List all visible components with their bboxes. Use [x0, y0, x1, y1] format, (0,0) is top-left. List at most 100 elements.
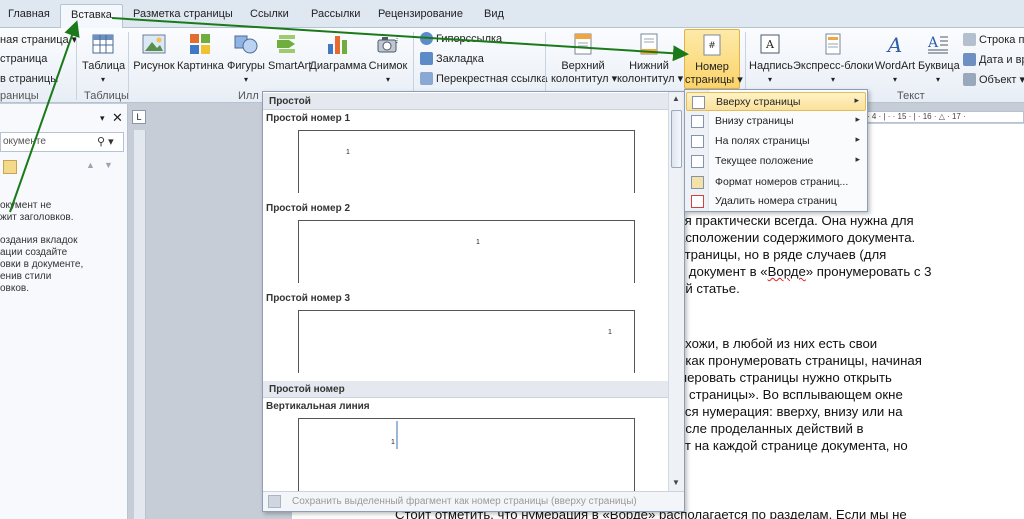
cross-reference-button[interactable]: Перекрестная ссылка [420, 72, 548, 85]
gallery-item-plain-number-2[interactable]: 1 [298, 220, 635, 283]
dropdown-arrow: ▾ [767, 75, 772, 84]
tab-review[interactable]: Рецензирование [378, 8, 463, 20]
shapes-icon [234, 35, 258, 54]
shapes-label: Фигуры [227, 60, 265, 72]
page-number-icon: # [703, 34, 721, 56]
page-break-button[interactable]: в страницы [0, 73, 58, 85]
nav-up-arrow-icon[interactable]: ▲ [86, 160, 95, 170]
doc-text-line: осле проделанных действий в [678, 421, 864, 436]
format-page-numbers-icon [691, 176, 704, 189]
picture-button[interactable]: Рисунок [133, 32, 175, 73]
submenu-arrow-icon: ▸ [855, 134, 860, 144]
submenu-arrow-icon: ▸ [855, 154, 860, 164]
page-number-gallery: Простой Простой номер 1 1 Простой номер … [262, 91, 685, 512]
table-button-label: Таблица [82, 60, 126, 72]
hyperlink-label: Гиперссылка [436, 32, 503, 45]
gallery-item-vertical-line[interactable]: 1 [298, 418, 635, 492]
quick-parts-button[interactable]: Экспресс-блоки ▾ [793, 32, 874, 86]
tab-insert[interactable]: Вставка [60, 4, 123, 29]
gallery-item-title: Вертикальная линия [266, 401, 370, 412]
menu-item-page-margins[interactable]: На полях страницы ▸ [686, 132, 866, 151]
gallery-category-header: Простой номер [263, 381, 668, 398]
scroll-up-arrow-icon[interactable]: ▲ [672, 94, 680, 103]
tab-references[interactable]: Ссылки [250, 8, 289, 20]
menu-item-remove-page-numbers[interactable]: Удалить номера страниц [686, 192, 866, 211]
doc-text-span: я документ в «Ворде» пронумеровать с 3 [678, 264, 932, 279]
nav-down-arrow-icon[interactable]: ▼ [104, 160, 113, 170]
chart-button[interactable]: Диаграмма [309, 32, 367, 73]
textbox-button[interactable]: A Надпись ▾ [749, 32, 793, 86]
top-of-page-icon [692, 96, 705, 109]
tab-home[interactable]: Главная [8, 8, 50, 20]
menu-item-current-position[interactable]: Текущее положение ▸ [686, 152, 866, 171]
picture-icon [142, 34, 166, 54]
search-input[interactable]: окументе ⚲ ▾ [0, 132, 124, 152]
save-selection-as-page-number[interactable]: Сохранить выделенный фрагмент как номер … [292, 496, 637, 507]
header-label-2: колонтитул ▾ [551, 73, 618, 85]
date-time-label: Дата и вр [979, 53, 1024, 66]
gallery-item-plain-number-3[interactable]: 1 [298, 310, 635, 373]
menu-item-bottom-of-page[interactable]: Внизу страницы ▸ [686, 112, 866, 131]
doc-text-line: охожи, в любой из них есть свои [678, 336, 878, 351]
page-number-preview: 1 [346, 149, 350, 156]
cover-page-button[interactable]: ная страница ▾ [0, 33, 77, 46]
table-button[interactable]: Таблица ▾ [82, 32, 126, 86]
gallery-scrollbar[interactable]: ▲ ▼ [668, 92, 684, 492]
signature-line-button[interactable]: Строка п [963, 33, 1024, 46]
blank-page-button[interactable]: страница [0, 53, 47, 65]
hyperlink-icon [420, 32, 433, 45]
wordart-icon: A [886, 33, 902, 56]
dropdown-arrow[interactable]: ▾ [100, 113, 105, 124]
close-icon[interactable]: ✕ [112, 110, 123, 126]
object-icon [963, 73, 976, 86]
hyperlink-button[interactable]: Гиперссылка [420, 32, 502, 45]
object-button[interactable]: Объект ▾ [963, 73, 1024, 86]
page-number-button[interactable]: # Номер страницы ▾ [684, 29, 743, 89]
signature-icon [963, 33, 976, 46]
menu-item-label: Формат номеров страниц... [715, 176, 849, 188]
menu-item-top-of-page[interactable]: Вверху страницы ▸ [686, 92, 866, 111]
tab-mailings[interactable]: Рассылки [311, 8, 360, 20]
submenu-arrow-icon: ▸ [855, 114, 860, 124]
page-number-menu: Вверху страницы ▸ Внизу страницы ▸ На по… [684, 89, 868, 212]
smartart-button[interactable]: SmartArt [268, 32, 312, 73]
clipart-button[interactable]: Картинка [177, 32, 224, 73]
header-button[interactable]: Верхний колонтитул ▾ [551, 32, 618, 86]
gallery-category-header: Простой [263, 93, 668, 110]
spellcheck-word[interactable]: Ворде [768, 264, 806, 279]
chart-icon [328, 36, 347, 54]
nav-message-line: жит заголовков. [0, 212, 74, 223]
scrollbar-thumb[interactable] [671, 110, 682, 168]
picture-label: Рисунок [133, 60, 175, 72]
screenshot-button[interactable]: Снимок ▾ [368, 32, 408, 86]
scroll-down-arrow-icon[interactable]: ▼ [672, 478, 680, 487]
search-icon[interactable]: ⚲ ▾ [97, 135, 114, 148]
wordart-button[interactable]: A WordArt ▾ [873, 32, 917, 86]
gallery-item-plain-number-1[interactable]: 1 [298, 130, 635, 193]
dropcap-button[interactable]: A Буквица ▾ [918, 32, 960, 86]
tab-view[interactable]: Вид [484, 8, 504, 20]
date-time-button[interactable]: Дата и вр [963, 53, 1024, 66]
vertical-ruler [134, 130, 146, 519]
clipart-icon [190, 34, 210, 54]
menu-item-format-page-numbers[interactable]: Формат номеров страниц... [686, 173, 866, 192]
footer-label-1: Нижний [629, 60, 669, 72]
shapes-button[interactable]: Фигуры ▾ [225, 32, 267, 86]
bottom-of-page-icon [691, 115, 704, 128]
screenshot-label: Снимок [368, 60, 408, 72]
gallery-item-title: Простой номер 3 [266, 293, 351, 304]
tab-page-layout[interactable]: Разметка страницы [133, 8, 233, 20]
tab-stop-selector[interactable]: L [132, 110, 146, 124]
footer-button[interactable]: Нижний колонтитул ▾ [617, 32, 683, 86]
page-number-label-1: Номер [695, 61, 729, 73]
doc-text-line: меровать страницы нужно открыть [678, 370, 892, 385]
doc-text-line: асположении содержимого документа. [678, 230, 916, 245]
bookmark-button[interactable]: Закладка [420, 52, 484, 65]
current-position-icon [691, 155, 704, 168]
menu-item-label: Вверху страницы [716, 96, 801, 108]
navigation-pane: ▾ ✕ окументе ⚲ ▾ ▲ ▼ окумент не жит заго… [0, 104, 128, 519]
nav-headings-tab-icon[interactable] [3, 160, 17, 174]
smartart-label: SmartArt [268, 60, 312, 72]
dropdown-arrow: ▾ [892, 75, 897, 84]
nav-hint-line: ации создайте [0, 247, 68, 258]
